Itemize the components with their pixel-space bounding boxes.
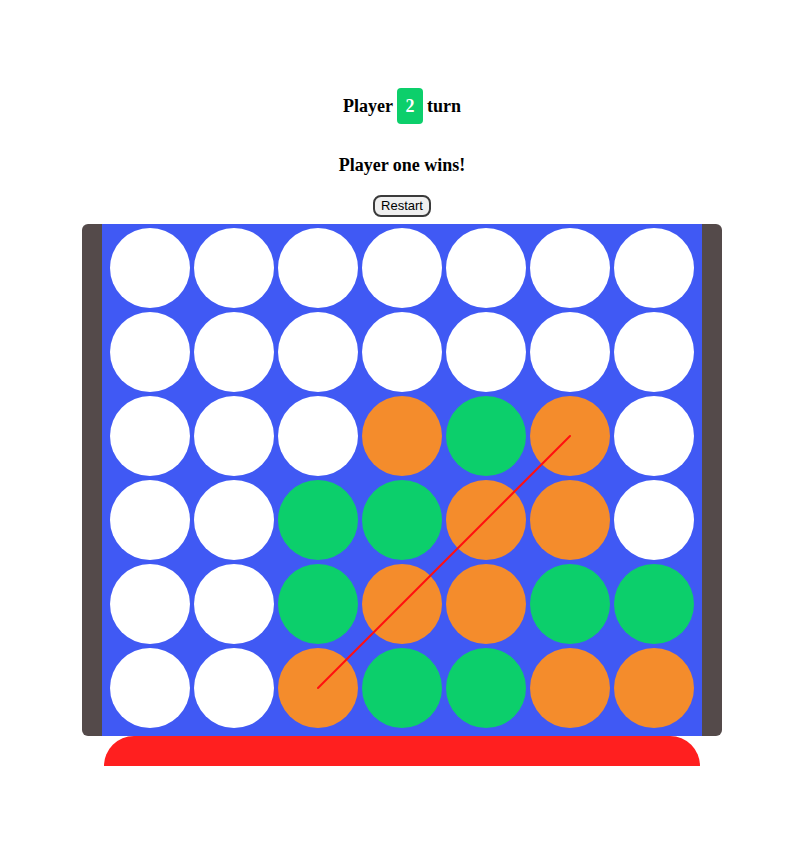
board-slot[interactable]	[194, 480, 274, 560]
board-slot[interactable]	[530, 648, 610, 728]
board-slot[interactable]	[614, 564, 694, 644]
board-slot[interactable]	[194, 396, 274, 476]
board-slot[interactable]	[110, 648, 190, 728]
board-slot[interactable]	[362, 648, 442, 728]
board-field	[102, 224, 702, 736]
board-slot[interactable]	[446, 564, 526, 644]
board-slot[interactable]	[446, 312, 526, 392]
board-slot[interactable]	[446, 396, 526, 476]
board-slot[interactable]	[194, 228, 274, 308]
board-slot[interactable]	[278, 396, 358, 476]
board-slot[interactable]	[278, 312, 358, 392]
board-slot[interactable]	[530, 228, 610, 308]
board-slot[interactable]	[614, 648, 694, 728]
board-slot[interactable]	[362, 312, 442, 392]
board-slot[interactable]	[110, 564, 190, 644]
restart-button[interactable]: Restart	[373, 195, 431, 217]
board-slot[interactable]	[278, 228, 358, 308]
board-slot[interactable]	[530, 564, 610, 644]
board-slot[interactable]	[614, 228, 694, 308]
board-slot[interactable]	[362, 228, 442, 308]
board-slot[interactable]	[614, 396, 694, 476]
board-slot[interactable]	[278, 648, 358, 728]
board-slot[interactable]	[110, 396, 190, 476]
board-slot[interactable]	[446, 648, 526, 728]
board-side	[702, 224, 722, 736]
board-slot[interactable]	[194, 312, 274, 392]
board-slot[interactable]	[446, 480, 526, 560]
win-line	[318, 436, 570, 688]
win-line-overlay	[102, 224, 702, 736]
board-slot[interactable]	[194, 564, 274, 644]
turn-prefix: Player	[343, 93, 393, 120]
board-slot[interactable]	[530, 480, 610, 560]
board-slot[interactable]	[110, 312, 190, 392]
board-slot[interactable]	[614, 480, 694, 560]
board-slot[interactable]	[278, 564, 358, 644]
turn-status: Player2turn	[343, 88, 461, 124]
board-slot[interactable]	[362, 480, 442, 560]
game-page: Player2turn Player one wins! Restart	[0, 0, 804, 766]
player-badge: 2	[397, 88, 423, 124]
board-slot[interactable]	[110, 228, 190, 308]
board-stand	[104, 736, 700, 766]
win-message: Player one wins!	[339, 154, 466, 176]
board-slot[interactable]	[362, 396, 442, 476]
board-slot[interactable]	[614, 312, 694, 392]
board-slot[interactable]	[530, 396, 610, 476]
game-board	[82, 224, 722, 736]
board-slot[interactable]	[278, 480, 358, 560]
board-grid	[110, 228, 696, 728]
board-slot[interactable]	[530, 312, 610, 392]
turn-suffix: turn	[427, 93, 461, 120]
board-slot[interactable]	[446, 228, 526, 308]
board-slot[interactable]	[194, 648, 274, 728]
board-slot[interactable]	[362, 564, 442, 644]
board-side	[82, 224, 102, 736]
board-slot[interactable]	[110, 480, 190, 560]
